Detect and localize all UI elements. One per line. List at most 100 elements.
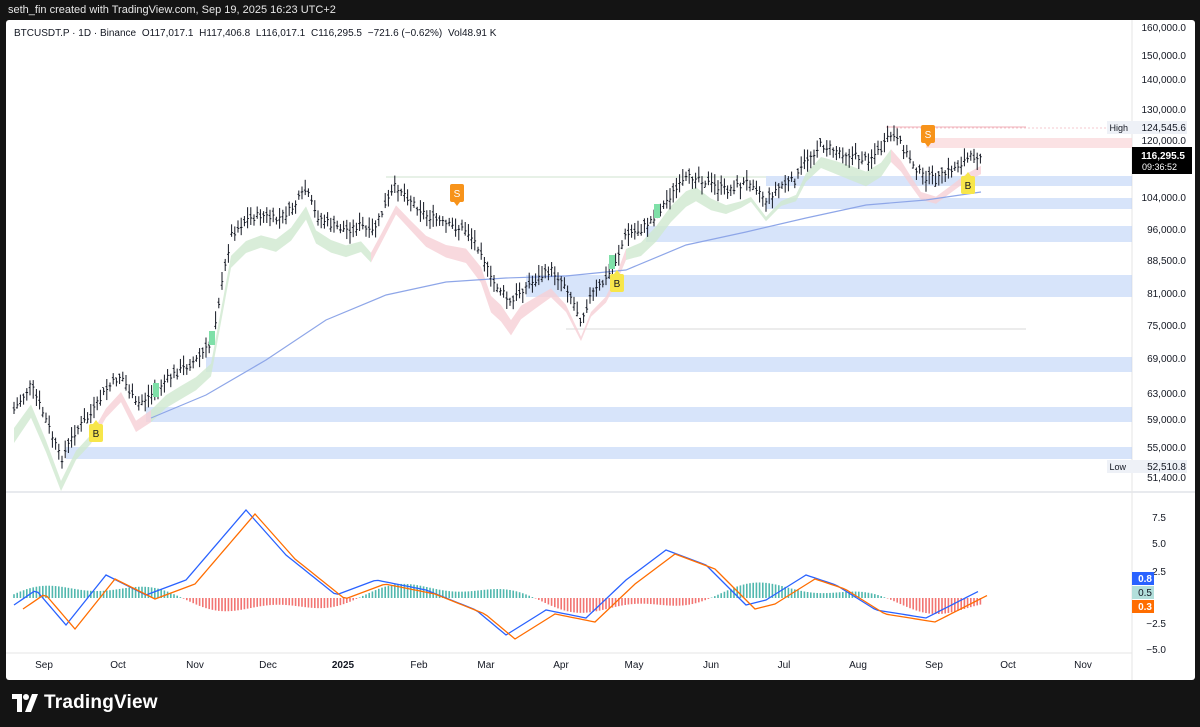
macd-histogram-bar — [874, 594, 876, 598]
price-bar — [847, 148, 851, 168]
price-bar — [99, 389, 102, 406]
price-bar — [908, 150, 912, 164]
close-value: C116,295.5 — [311, 28, 362, 39]
price-bar — [377, 213, 381, 227]
macd-histogram-bar — [531, 597, 534, 598]
price-bar — [300, 186, 304, 200]
macd-histogram-bar — [192, 598, 194, 604]
price-bar — [367, 217, 371, 238]
macd-histogram-bar — [842, 592, 844, 598]
price-bar — [585, 299, 589, 313]
footer-bar — [0, 683, 1200, 727]
price-bar — [284, 206, 288, 225]
macd-histogram-bar — [816, 592, 818, 598]
ema-ribbon-bullish — [14, 404, 91, 492]
price-bar — [124, 374, 128, 391]
price-bar — [691, 176, 694, 189]
time-axis-label: Dec — [259, 660, 277, 671]
price-bar — [441, 216, 445, 227]
time-axis-label: Nov — [186, 660, 204, 671]
macd-histogram-bar — [378, 588, 380, 598]
price-bar — [473, 230, 477, 251]
price-bar — [828, 140, 832, 156]
price-bar — [812, 149, 816, 165]
oscillator-axis-tick: −2.5 — [1146, 619, 1166, 630]
price-bar — [460, 219, 464, 231]
price-bar — [230, 224, 233, 237]
macd-histogram-bar — [512, 590, 514, 598]
symbol-name[interactable]: BTCUSDT.P · 1D · Binance — [14, 28, 136, 39]
price-bar — [115, 377, 118, 387]
price-bar — [479, 242, 483, 260]
price-bar — [249, 207, 253, 225]
price-bar — [25, 388, 29, 401]
oscillator-axis-tick: 7.5 — [1152, 513, 1166, 524]
macd-histogram-bar — [765, 582, 767, 598]
macd-histogram-bar — [864, 592, 866, 598]
price-bar — [12, 401, 16, 414]
price-bar — [297, 190, 301, 200]
macd-histogram-bar — [742, 584, 745, 598]
macd-histogram-bar — [662, 598, 665, 606]
price-bar — [835, 146, 838, 161]
price-bar — [310, 194, 313, 205]
price-bar — [201, 347, 205, 359]
signal-badge-label: B — [93, 429, 100, 440]
price-axis-tick: 88,500.0 — [1147, 256, 1186, 267]
price-bar — [972, 148, 976, 163]
price-bar — [265, 207, 269, 223]
sell-signal-badge[interactable]: S — [450, 184, 464, 206]
price-bar — [502, 285, 505, 298]
macd-histogram-bar — [832, 592, 834, 598]
oscillator-axis-tick: 2.5 — [1152, 567, 1166, 578]
price-bar — [291, 202, 294, 215]
macd-histogram-bar — [259, 598, 262, 607]
macd-histogram-bar — [301, 598, 303, 607]
time-axis-label: May — [625, 660, 644, 671]
price-bar — [582, 312, 585, 324]
macd-histogram-bar — [70, 588, 73, 598]
price-bar — [838, 147, 841, 159]
tradingview-logo-icon — [12, 694, 38, 712]
price-bar — [431, 204, 435, 227]
macd-histogram-bar — [899, 598, 902, 605]
price-bar — [918, 164, 921, 174]
macd-histogram-bar — [861, 591, 863, 598]
price-bar — [617, 244, 621, 266]
macd-histogram-bar — [915, 598, 918, 611]
macd-histogram-bar — [214, 598, 217, 611]
price-bar — [268, 209, 272, 227]
macd-histogram-bar — [493, 589, 495, 598]
macd-histogram-bar — [624, 598, 626, 605]
macd-histogram-bar — [912, 598, 914, 610]
price-bar — [118, 373, 121, 385]
macd-histogram-bar — [275, 598, 278, 605]
price-bar — [131, 383, 134, 399]
price-bar — [854, 142, 857, 160]
price-bar — [396, 184, 400, 202]
price-bar — [505, 291, 509, 310]
price-bar — [499, 287, 502, 296]
price-bar — [483, 256, 486, 272]
chart-window[interactable]: B S B S B 160,000.0 150,000.0 140,000.0 130,000.… — [6, 20, 1195, 680]
price-bar — [803, 149, 806, 170]
macd-histogram-bar — [38, 586, 41, 598]
macd-histogram-bar — [381, 587, 383, 598]
macd-histogram-bar — [112, 589, 114, 598]
macd-histogram-bar — [970, 598, 972, 608]
macd-histogram-bar — [822, 593, 825, 598]
price-bar — [92, 396, 96, 419]
price-bar — [169, 373, 173, 388]
price-bar — [287, 201, 291, 216]
macd-histogram-bar — [48, 585, 50, 598]
macd-histogram-bar — [691, 598, 694, 605]
price-bar — [572, 296, 576, 311]
price-bar — [649, 216, 653, 224]
macd-histogram-bar — [515, 591, 518, 598]
demand-zone — [766, 176, 1132, 186]
macd-histogram-bar — [582, 598, 585, 613]
price-bar — [294, 200, 297, 214]
time-axis-label: Aug — [849, 660, 867, 671]
oscillator-axis-tick: 5.0 — [1152, 539, 1166, 550]
chart-canvas[interactable]: B S B S B 160,000.0 150,000.0 140,000.0 130,000.… — [6, 20, 1195, 680]
